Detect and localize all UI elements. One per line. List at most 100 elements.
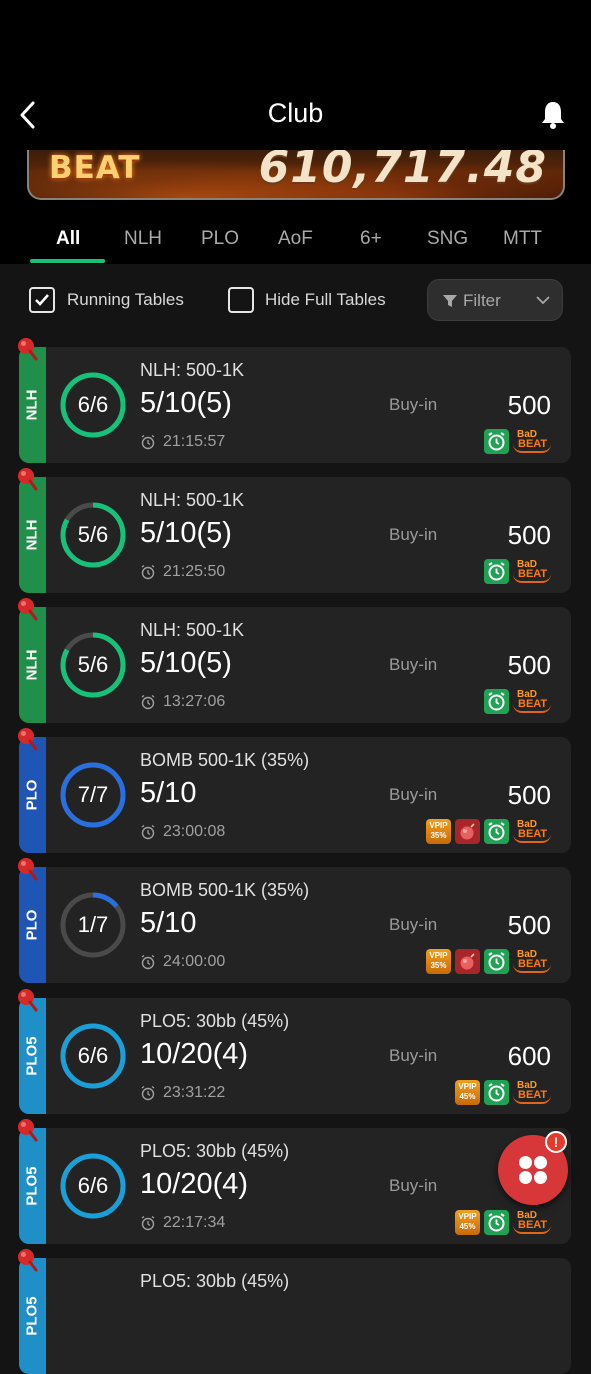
buyin-label: Buy-in <box>389 1046 438 1065</box>
menu-dot-icon <box>519 1171 532 1184</box>
hide-full-tables-checkbox[interactable] <box>228 287 254 313</box>
table-timer: 24:00:00 <box>163 953 226 970</box>
alarm-clock-icon <box>141 434 155 450</box>
funnel-icon <box>443 295 457 307</box>
jackpot-banner-container: BEAT 610,717.48 <box>0 150 591 208</box>
alarm-clock-icon <box>141 824 155 840</box>
pin-icon[interactable] <box>15 335 39 361</box>
running-tables-label[interactable]: Running Tables <box>67 290 184 310</box>
pin-icon[interactable] <box>15 1246 39 1272</box>
tab-plo[interactable]: PLO <box>201 228 239 250</box>
bad-beat-badge: BaD BEAT <box>513 949 553 974</box>
alarm-clock-icon <box>141 564 155 580</box>
stakes: 5/10 <box>140 907 197 939</box>
game-name: PLO5: 30bb (45%) <box>140 1141 290 1161</box>
game-type-label: PLO5 <box>23 1166 41 1206</box>
game-name: BOMB 500-1K (35%) <box>140 750 310 770</box>
pin-icon[interactable] <box>15 595 39 621</box>
vpip-label: VPIP <box>429 821 448 830</box>
game-type-stripe: NLH <box>19 347 46 463</box>
table-card[interactable]: PLO5 6/6 PLO5: 30bb (45%) 10/20(4) 23:31:22 B… <box>19 998 571 1114</box>
table-card[interactable]: PLO 7/7 BOMB 500-1K (35%) 5/10 23:00:08 Buy-i… <box>19 737 571 853</box>
vpip-badge: VPIP 35% <box>426 819 451 844</box>
stakes: 5/10 <box>140 777 197 809</box>
stakes: 5/10(5) <box>140 387 232 419</box>
game-name: NLH: 500-1K <box>140 620 245 640</box>
running-tables-checkbox[interactable] <box>29 287 55 313</box>
game-type-stripe: PLO5 <box>19 1128 46 1244</box>
top-bar: Club <box>0 0 591 150</box>
alarm-clock-icon <box>141 954 155 970</box>
pin-icon[interactable] <box>15 1116 39 1142</box>
bomb-badge-icon <box>455 819 480 844</box>
feature-badges: VPIP 45% BaD BEAT <box>455 1080 553 1105</box>
buyin-amount: 500 <box>507 390 551 420</box>
bad-beat-text-bottom: BEAT <box>518 958 548 970</box>
game-type-label: PLO <box>23 779 41 811</box>
menu-dot-icon <box>519 1156 532 1169</box>
bad-beat-text-bottom: BEAT <box>518 698 548 710</box>
game-type-label: PLO5 <box>23 1296 41 1336</box>
alarm-badge-icon <box>484 1210 509 1235</box>
table-timer: 13:27:06 <box>163 693 226 710</box>
vpip-badge: VPIP 45% <box>455 1210 480 1235</box>
notification-badge: ! <box>545 1131 567 1153</box>
game-name: NLH: 500-1K <box>140 490 245 510</box>
alarm-badge-icon <box>484 1080 509 1105</box>
game-type-label: NLH <box>23 389 41 421</box>
table-card[interactable]: NLH 6/6 NLH: 500-1K 5/10(5) 21:15:57 Buy-in 50… <box>19 347 571 463</box>
table-timer: 23:00:08 <box>163 823 226 840</box>
table-card[interactable]: PLO5 PLO5: 30bb (45%) <box>19 1258 571 1374</box>
chevron-down-icon <box>536 296 550 305</box>
feature-badges: VPIP 45% BaD BEAT <box>455 1210 553 1235</box>
game-name: PLO5: 30bb (45%) <box>140 1011 290 1031</box>
game-type-label: NLH <box>23 519 41 551</box>
jackpot-banner[interactable]: BEAT 610,717.48 <box>27 150 565 200</box>
table-timer: 21:25:50 <box>163 563 226 580</box>
game-type-stripe: PLO5 <box>19 998 46 1114</box>
vpip-label: VPIP <box>429 951 448 960</box>
seat-count: 7/7 <box>77 782 109 807</box>
tab-nlh[interactable]: NLH <box>124 228 162 250</box>
alarm-clock-icon <box>141 1085 155 1101</box>
table-card[interactable]: PLO5 6/6 PLO5: 30bb (45%) 10/20(4) 22:17:34 B… <box>19 1128 571 1244</box>
tab-sng[interactable]: SNG <box>427 228 468 250</box>
feature-badges: BaD BEAT <box>484 559 553 584</box>
alarm-badge-icon <box>484 819 509 844</box>
alarm-clock-icon <box>488 1083 505 1102</box>
seat-count: 1/7 <box>77 912 109 937</box>
table-card[interactable]: NLH 5/6 NLH: 500-1K 5/10(5) 13:27:06 Buy-in 50… <box>19 607 571 723</box>
alarm-clock-icon <box>488 432 505 451</box>
bell-icon[interactable] <box>538 99 568 131</box>
table-card[interactable]: PLO 1/7 BOMB 500-1K (35%) 5/10 24:00:00 Buy-i… <box>19 867 571 983</box>
buyin-label: Buy-in <box>389 1176 438 1195</box>
buyin-amount: 600 <box>507 1041 551 1071</box>
bomb-badge-icon <box>455 949 480 974</box>
pin-icon[interactable] <box>15 725 39 751</box>
bad-beat-badge: BaD BEAT <box>513 1210 553 1235</box>
tab-6plus[interactable]: 6+ <box>360 228 382 250</box>
bad-beat-text-bottom: BEAT <box>518 1089 548 1101</box>
alarm-clock-icon <box>488 822 505 841</box>
pin-icon[interactable] <box>15 465 39 491</box>
pin-icon[interactable] <box>15 855 39 881</box>
vpip-percent: 35% <box>430 961 447 970</box>
tab-aof[interactable]: AoF <box>278 228 313 250</box>
hide-full-tables-label[interactable]: Hide Full Tables <box>265 290 386 310</box>
buyin-label: Buy-in <box>389 915 438 934</box>
bad-beat-badge: BaD BEAT <box>513 559 553 584</box>
table-card[interactable]: NLH 5/6 NLH: 500-1K 5/10(5) 21:25:50 Buy-in 50… <box>19 477 571 593</box>
game-type-label: PLO5 <box>23 1036 41 1076</box>
jackpot-amount: 610,717.48 <box>258 150 547 193</box>
alarm-badge-icon <box>484 559 509 584</box>
game-name: BOMB 500-1K (35%) <box>140 880 310 900</box>
buyin-amount: 500 <box>507 520 551 550</box>
filter-dropdown[interactable]: Filter <box>427 279 563 321</box>
pin-icon[interactable] <box>15 986 39 1012</box>
table-timer: 23:31:22 <box>163 1084 226 1101</box>
game-type-stripe: PLO5 <box>19 1258 46 1374</box>
game-type-label: NLH <box>23 649 41 681</box>
vpip-badge: VPIP 35% <box>426 949 451 974</box>
tab-all[interactable]: All <box>56 228 80 250</box>
tab-mtt[interactable]: MTT <box>503 228 542 250</box>
